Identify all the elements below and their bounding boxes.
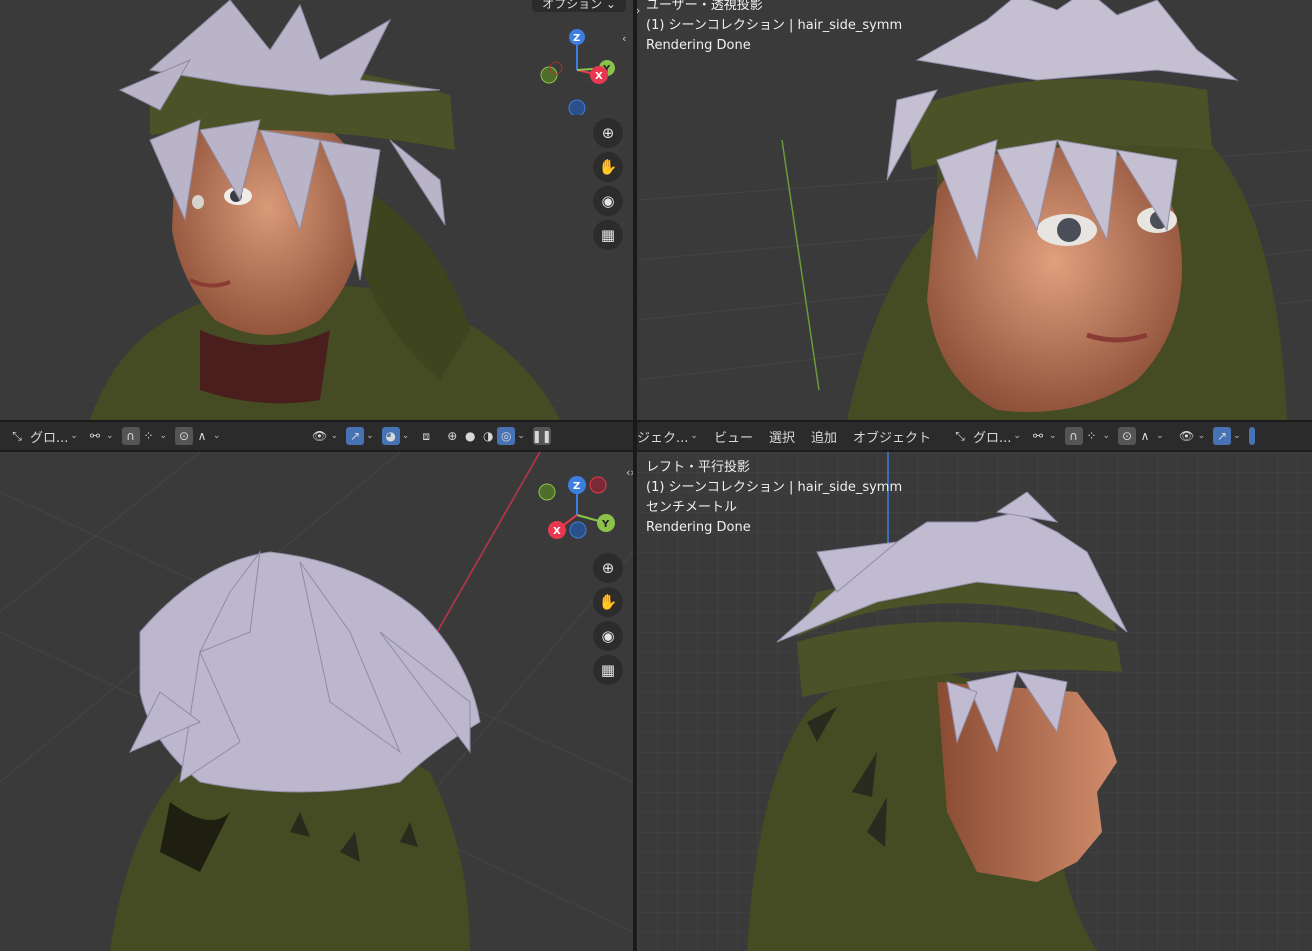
gizmo-toggle[interactable]: ↗ ⌄ bbox=[1213, 427, 1241, 445]
camera-icon[interactable]: ◉ bbox=[593, 621, 623, 651]
grid-perspective-icon[interactable]: ▦ bbox=[593, 655, 623, 685]
zoom-icon[interactable]: ⊕ bbox=[593, 118, 623, 148]
proportional-edit-icon: ⊙ bbox=[1118, 427, 1137, 445]
shading-mode-group: ⊕ ● ◑ ◎ ⌄ bbox=[443, 427, 525, 445]
svg-text:Z: Z bbox=[573, 33, 580, 44]
collection-info: (1) シーンコレクション | hair_side_symm bbox=[646, 18, 903, 33]
link-icon: ⚯ bbox=[1032, 429, 1043, 443]
render-status: Rendering Done bbox=[646, 38, 751, 53]
visibility-dropdown[interactable]: 👁 ⌄ bbox=[311, 427, 338, 445]
object-mode-dropdown[interactable]: ジェク... ⌄ bbox=[637, 427, 698, 446]
pivot-point-dropdown[interactable]: ⚯ ⌄ bbox=[1029, 427, 1057, 445]
gizmo-icon: ↗ bbox=[1213, 427, 1232, 445]
area-divider-vertical[interactable] bbox=[633, 0, 637, 951]
svg-text:Z: Z bbox=[573, 481, 580, 492]
proportional-edit-icon: ⊙ bbox=[175, 427, 194, 445]
navigation-gizmo[interactable]: Z Y X bbox=[532, 470, 622, 560]
viewport-render bbox=[637, 0, 1312, 420]
camera-icon[interactable]: ◉ bbox=[593, 186, 623, 216]
snap-toggle[interactable]: ∩ ⁘ ⌄ bbox=[121, 427, 167, 445]
hand-pan-icon[interactable]: ✋ bbox=[593, 152, 623, 182]
link-icon: ⚯ bbox=[89, 429, 100, 443]
wireframe-shading-icon[interactable]: ⊕ bbox=[443, 427, 461, 445]
pivot-point-dropdown[interactable]: ⚯ ⌄ bbox=[86, 427, 114, 445]
overlays-icon bbox=[1248, 427, 1255, 445]
eye-icon: 👁 bbox=[311, 429, 328, 443]
overlays-toggle[interactable]: ◕ ⌄ bbox=[381, 427, 409, 445]
expand-sidebar-icon[interactable]: ‹› bbox=[626, 466, 633, 479]
transform-orientation-dropdown[interactable]: ⤡ グロ... ⌄ bbox=[951, 427, 1021, 446]
view-name: ユーザー・透視投影 bbox=[646, 0, 763, 13]
pause-icon: ❚❚ bbox=[531, 427, 552, 445]
viewport-bottom-right[interactable]: レフト・平行投影 (1) シーンコレクション | hair_side_symm … bbox=[637, 452, 1312, 951]
eye-icon: 👁 bbox=[1178, 429, 1195, 443]
menu-add[interactable]: 追加 bbox=[811, 427, 837, 446]
unit-label: センチメートル bbox=[646, 500, 738, 515]
viewport-top-left[interactable]: オプション ⌄ ‹ Y Z X ⊕ ✋ ◉ ▦ bbox=[0, 0, 633, 420]
gizmo-icon: ↗ bbox=[346, 427, 365, 445]
svg-text:Y: Y bbox=[601, 519, 610, 530]
collapse-sidebar-icon[interactable]: ‹ bbox=[622, 32, 626, 45]
view-name: レフト・平行投影 bbox=[646, 460, 751, 475]
overlays-icon: ◕ bbox=[381, 427, 400, 445]
svg-text:X: X bbox=[553, 526, 561, 537]
zoom-icon[interactable]: ⊕ bbox=[593, 553, 623, 583]
visibility-dropdown[interactable]: 👁 ⌄ bbox=[1178, 427, 1205, 445]
viewport-top-right[interactable]: › ユーザー・透視投影 (1) シーンコレクション | hair_side_sy… bbox=[637, 0, 1312, 420]
xray-icon: ⧈ bbox=[422, 428, 431, 443]
chevron-down-icon: ⌄ bbox=[70, 431, 78, 441]
area-divider-horizontal[interactable] bbox=[0, 420, 1312, 422]
magnet-icon: ∩ bbox=[1064, 427, 1083, 445]
collapse-sidebar-icon[interactable]: › bbox=[637, 4, 640, 17]
grid-perspective-icon[interactable]: ▦ bbox=[593, 220, 623, 250]
viewport-info: レフト・平行投影 (1) シーンコレクション | hair_side_symm … bbox=[646, 458, 902, 538]
falloff-curve-icon: ∧ bbox=[197, 429, 207, 443]
viewport-info: ユーザー・透視投影 (1) シーンコレクション | hair_side_symm… bbox=[646, 0, 902, 56]
rendered-shading-icon[interactable]: ◎ bbox=[497, 427, 516, 445]
gizmo-toggle[interactable]: ↗ ⌄ bbox=[346, 427, 374, 445]
svg-text:X: X bbox=[595, 71, 603, 82]
falloff-curve-icon: ∧ bbox=[1140, 429, 1150, 443]
solid-shading-icon[interactable]: ● bbox=[461, 427, 479, 445]
snap-toggle[interactable]: ∩ ⁘ ⌄ bbox=[1064, 427, 1110, 445]
menu-object[interactable]: オブジェクト bbox=[853, 427, 931, 446]
render-status: Rendering Done bbox=[646, 520, 751, 535]
transform-axes-icon: ⤡ bbox=[955, 428, 965, 443]
material-shading-icon[interactable]: ◑ bbox=[479, 427, 497, 445]
pause-render-button[interactable]: ❚❚ bbox=[531, 427, 552, 445]
magnet-icon: ∩ bbox=[121, 427, 140, 445]
proportional-edit-toggle[interactable]: ⊙ ∧ ⌄ bbox=[1118, 427, 1164, 445]
viewport-bottom-left[interactable]: ‹› Z Y X ⊕ ✋ ◉ ▦ bbox=[0, 452, 633, 951]
chevron-down-icon: ⌄ bbox=[690, 431, 698, 441]
overlays-toggle[interactable] bbox=[1248, 427, 1255, 445]
xray-toggle[interactable]: ⧈ bbox=[417, 427, 435, 445]
options-dropdown[interactable]: オプション ⌄ bbox=[532, 0, 626, 12]
chevron-down-icon: ⌄ bbox=[1013, 431, 1021, 441]
hand-pan-icon[interactable]: ✋ bbox=[593, 587, 623, 617]
collection-info: (1) シーンコレクション | hair_side_symm bbox=[646, 480, 903, 495]
snap-grid-icon: ⁘ bbox=[143, 429, 154, 443]
transform-orientation-dropdown[interactable]: ⤡ グロ... ⌄ bbox=[8, 427, 78, 446]
proportional-edit-toggle[interactable]: ⊙ ∧ ⌄ bbox=[175, 427, 221, 445]
navigation-gizmo[interactable]: Y Z X bbox=[532, 25, 622, 115]
menu-select[interactable]: 選択 bbox=[769, 427, 795, 446]
transform-axes-icon: ⤡ bbox=[12, 428, 22, 443]
header-toolbar-left: ⤡ グロ... ⌄ ⚯ ⌄ ∩ ⁘ ⌄ ⊙ ∧ ⌄ 👁 ⌄ ↗ ⌄ ◕ ⌄ ⧈ ⊕ ● ◑ … bbox=[0, 422, 633, 450]
snap-grid-icon: ⁘ bbox=[1086, 429, 1097, 443]
menu-view[interactable]: ビュー bbox=[714, 427, 753, 446]
header-toolbar-right: ジェク... ⌄ ビュー 選択 追加 オブジェクト ⤡ グロ... ⌄ ⚯ ⌄ ∩… bbox=[637, 422, 1312, 450]
